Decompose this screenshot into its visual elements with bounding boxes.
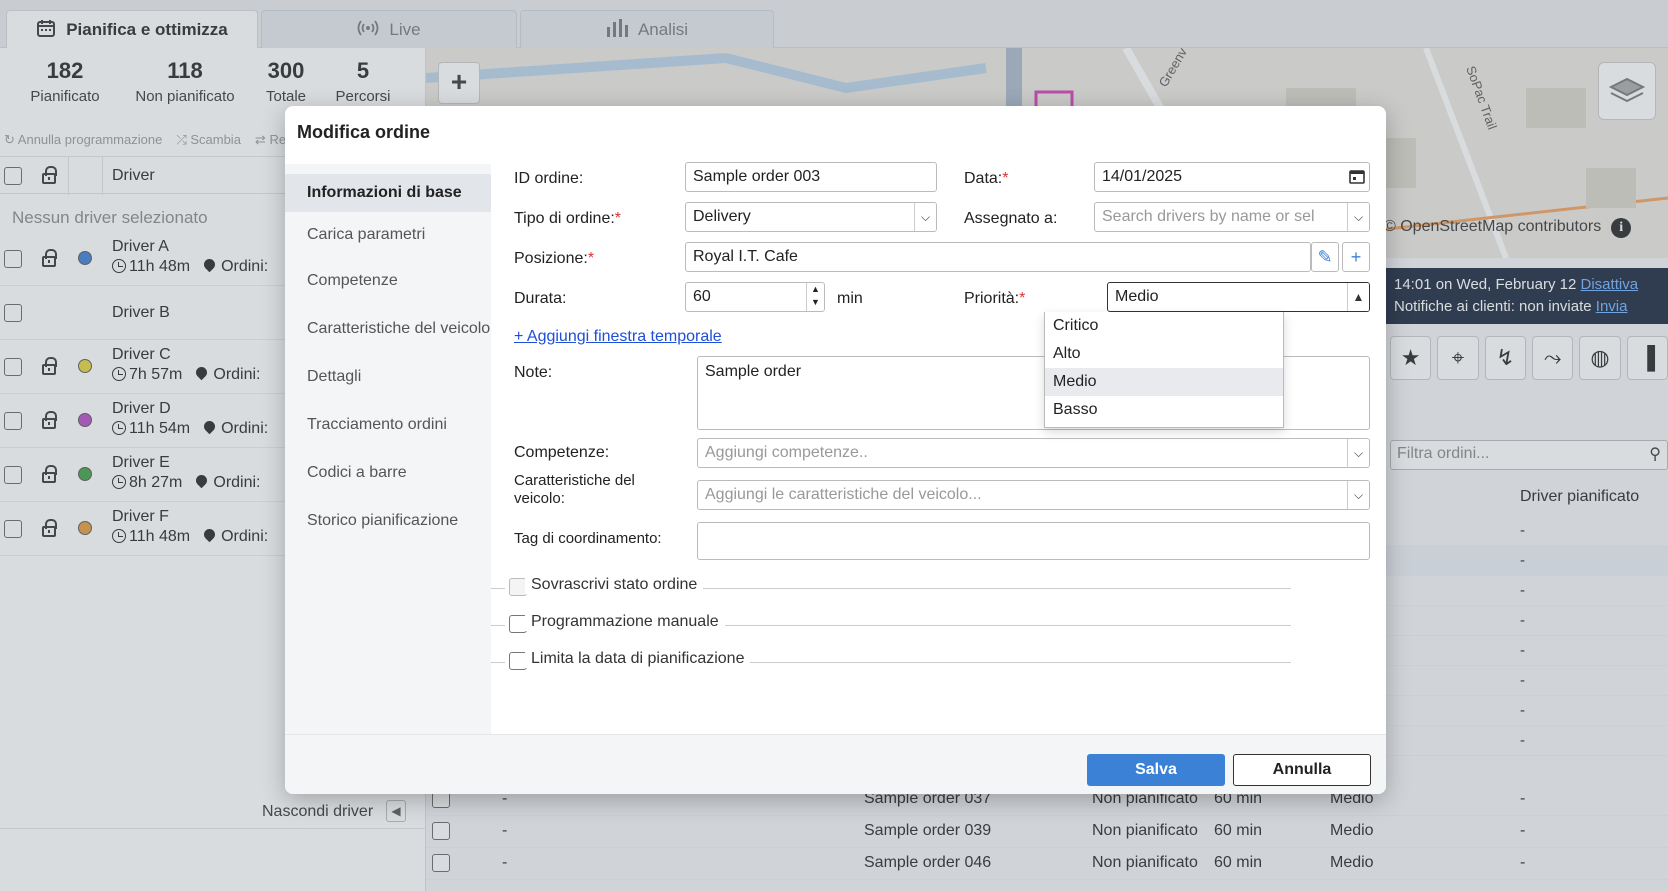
priority-value: Medio	[1115, 288, 1159, 305]
priority-label-text: Priorità:	[964, 290, 1020, 307]
vehicle-features-label: Caratteristiche del veicolo:	[514, 472, 635, 508]
chevron-down-icon: ⌵	[1347, 203, 1369, 231]
limit-date-label: Limita la data di pianificazione	[525, 650, 751, 668]
position-label-text: Posizione:	[514, 250, 588, 267]
section-basic-info[interactable]: Informazioni di base	[285, 174, 491, 212]
section-details[interactable]: Dettagli	[285, 358, 491, 396]
calendar-icon[interactable]	[1349, 168, 1365, 189]
vehicle-features-select[interactable]: Aggiungi le caratteristiche del veicolo.…	[697, 480, 1370, 510]
section-order-tracking[interactable]: Tracciamento ordini	[285, 406, 491, 444]
priority-option-low[interactable]: Basso	[1045, 396, 1283, 424]
duration-value: 60	[693, 288, 711, 305]
duration-stepper[interactable]: 60 ▲ ▼	[685, 282, 825, 312]
priority-options-list: Critico Alto Medio Basso	[1044, 312, 1284, 428]
assigned-to-label: Assegnato a:	[964, 210, 1058, 227]
skills-select[interactable]: Aggiungi competenze.. ⌵	[697, 438, 1370, 468]
vehicle-label-line: veicolo:	[514, 490, 565, 507]
limit-date-row: Limita la data di pianificazione	[491, 650, 1291, 674]
section-skills[interactable]: Competenze	[285, 262, 491, 300]
coordination-tag-label: Tag di coordinamento:	[514, 530, 662, 547]
vehicle-label-line: Caratteristiche del	[514, 472, 635, 489]
skills-label: Competenze:	[514, 444, 610, 461]
required-marker: *	[1002, 170, 1009, 187]
duration-label: Durata:	[514, 290, 567, 307]
chevron-down-icon: ⌵	[914, 203, 936, 231]
date-value: 14/01/2025	[1102, 168, 1183, 185]
manual-scheduling-row: Programmazione manuale	[491, 613, 1291, 637]
order-type-label: Tipo di ordine:*	[514, 210, 621, 228]
priority-label: Priorità:*	[964, 290, 1025, 308]
dialog-title: Modifica ordine	[297, 122, 431, 142]
order-id-label: ID ordine:	[514, 170, 584, 187]
section-planning-history[interactable]: Storico pianificazione	[285, 502, 491, 540]
priority-option-high[interactable]: Alto	[1045, 340, 1283, 368]
manual-scheduling-label: Programmazione manuale	[525, 613, 725, 631]
assigned-driver-select[interactable]: Search drivers by name or sel ⌵	[1094, 202, 1370, 232]
add-time-window-link[interactable]: + Aggiungi finestra temporale	[514, 328, 722, 346]
notes-label: Note:	[514, 364, 553, 381]
section-vehicle-features[interactable]: Caratteristiche del veicolo	[285, 310, 491, 348]
date-label: Data:*	[964, 170, 1008, 188]
add-position-button[interactable]: +	[1342, 242, 1370, 272]
override-status-label: Sovrascrivi stato ordine	[525, 576, 704, 594]
plus-icon: +	[1350, 247, 1362, 267]
pencil-icon: ✎	[1317, 247, 1333, 267]
order-type-label-text: Tipo di ordine:	[514, 210, 615, 227]
order-type-value: Delivery	[693, 208, 751, 225]
coordination-tag-field[interactable]	[697, 522, 1370, 560]
assigned-placeholder: Search drivers by name or sel	[1102, 208, 1315, 225]
order-id-field[interactable]: Sample order 003	[685, 162, 937, 192]
chevron-down-icon: ⌵	[1347, 439, 1369, 467]
duration-unit: min	[837, 290, 863, 307]
skills-placeholder: Aggiungi competenze..	[705, 444, 868, 461]
edit-order-dialog: Modifica ordine Informazioni di base Car…	[285, 106, 1386, 794]
order-type-select[interactable]: Delivery ⌵	[685, 202, 937, 232]
date-field[interactable]: 14/01/2025	[1094, 162, 1370, 192]
date-label-text: Data:	[964, 170, 1003, 187]
stepper-arrows-icon[interactable]: ▲ ▼	[806, 283, 824, 311]
cancel-button[interactable]: Annulla	[1233, 754, 1371, 786]
section-load-params[interactable]: Carica parametri	[285, 216, 491, 254]
dialog-section-nav: Informazioni di base Carica parametri Co…	[285, 164, 491, 734]
chevron-up-icon: ▲	[1347, 283, 1369, 311]
chevron-down-icon: ⌵	[1347, 481, 1369, 509]
section-barcodes[interactable]: Codici a barre	[285, 454, 491, 492]
required-marker: *	[587, 250, 595, 267]
priority-select[interactable]: Medio ▲	[1107, 282, 1370, 312]
save-button[interactable]: Salva	[1087, 754, 1225, 786]
vehicle-placeholder: Aggiungi le caratteristiche del veicolo.…	[705, 486, 982, 503]
edit-position-button[interactable]: ✎	[1311, 242, 1339, 272]
position-field[interactable]: Royal I.T. Cafe	[685, 242, 1311, 272]
priority-option-medium[interactable]: Medio	[1045, 368, 1283, 396]
override-status-row: Sovrascrivi stato ordine	[491, 576, 1291, 600]
required-marker: *	[614, 210, 622, 227]
required-marker: *	[1019, 290, 1026, 307]
position-label: Posizione:*	[514, 250, 594, 268]
priority-option-critical[interactable]: Critico	[1045, 312, 1283, 340]
